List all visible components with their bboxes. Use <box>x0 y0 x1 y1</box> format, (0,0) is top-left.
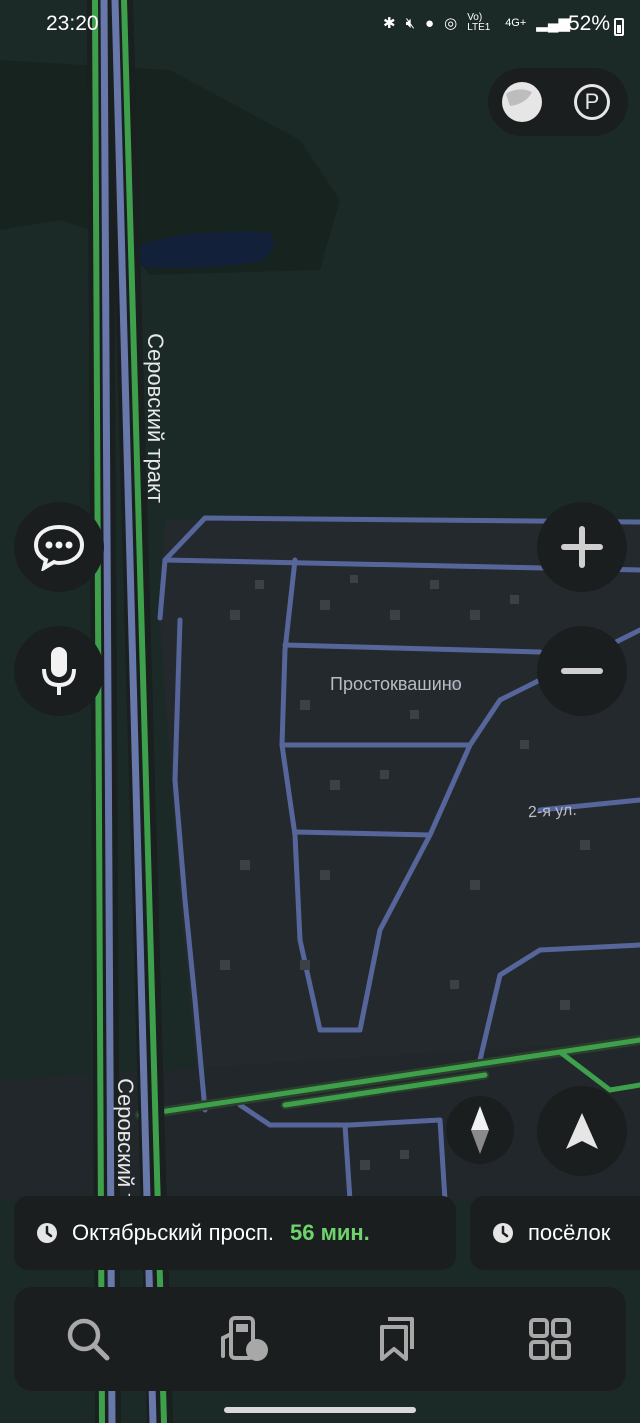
nav-search[interactable] <box>60 1311 116 1367</box>
parking-icon: P <box>574 84 610 120</box>
home-indicator[interactable] <box>224 1407 416 1413</box>
nav-services[interactable] <box>522 1311 578 1367</box>
zoom-out-button[interactable] <box>537 626 627 716</box>
voice-button[interactable] <box>14 626 104 716</box>
my-location-button[interactable] <box>537 1086 627 1176</box>
chat-button[interactable] <box>14 502 104 592</box>
data-text: 4G+ <box>505 17 527 29</box>
route-destination: посёлок <box>528 1220 611 1245</box>
compass-button[interactable] <box>446 1096 514 1164</box>
village-label: Простоквашино <box>330 674 462 694</box>
street-label: 2-я ул. <box>527 801 578 822</box>
status-time: 23:20 <box>46 12 99 35</box>
chat-icon <box>33 524 85 571</box>
layers-icon <box>502 82 542 122</box>
plus-icon <box>561 526 603 568</box>
route-card[interactable]: Октябрьский просп. 56 мин. <box>14 1196 456 1270</box>
bluetooth-icon: ✱ <box>383 15 396 32</box>
network-text: Vo) LTE1 <box>467 12 491 33</box>
route-destination: Октябрьский просп. <box>72 1220 274 1245</box>
clock-icon <box>493 1223 513 1243</box>
compass-icon <box>471 1106 489 1154</box>
hotspot-icon: ◎ <box>444 15 458 32</box>
parking-button[interactable]: P <box>568 78 616 126</box>
map-options-pill: P <box>488 68 628 136</box>
nav-bookmarks[interactable] <box>368 1311 424 1367</box>
clock-icon <box>37 1223 57 1243</box>
status-icons: ✱ 🔇︎ ● ◎ Vo) LTE1 4G+ ▂▄▆ <box>383 13 570 33</box>
battery-icon <box>614 18 624 36</box>
route-eta: 56 мин. <box>290 1220 370 1245</box>
location-icon: ● <box>425 14 435 32</box>
bookmarks-icon <box>380 1317 414 1361</box>
minus-icon <box>561 668 603 674</box>
bottom-navigation <box>14 1287 626 1391</box>
zoom-in-button[interactable] <box>537 502 627 592</box>
mute-icon: 🔇︎ <box>405 14 416 32</box>
battery-percent: 52% <box>567 12 610 35</box>
road-label-top: Серовский тракт <box>143 333 168 503</box>
signal-icon: ▂▄▆ <box>536 15 570 32</box>
navigation-arrow-icon <box>566 1113 598 1149</box>
gas-station-icon <box>221 1316 268 1361</box>
search-icon <box>67 1318 110 1361</box>
status-bar: 23:20 ✱ 🔇︎ ● ◎ Vo) LTE1 4G+ ▂▄▆ 52% <box>0 0 640 44</box>
services-grid-icon <box>529 1318 571 1360</box>
microphone-icon <box>42 647 76 695</box>
route-card[interactable]: посёлок <box>470 1196 640 1270</box>
nav-gas-stations[interactable] <box>216 1311 272 1367</box>
layers-button[interactable] <box>498 78 546 126</box>
